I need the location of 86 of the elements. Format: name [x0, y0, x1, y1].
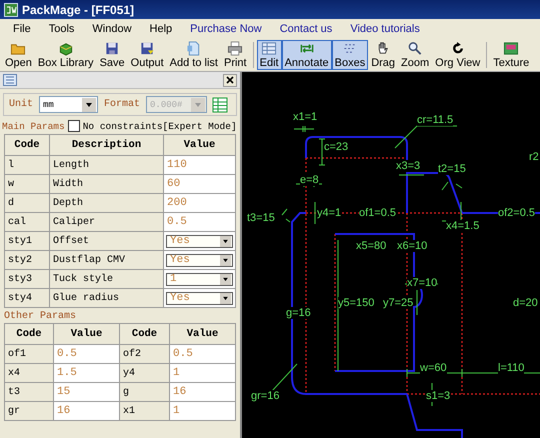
table-cell: of2	[119, 345, 169, 363]
close-button[interactable]	[223, 74, 237, 86]
table-cell: g	[119, 383, 169, 401]
table-cell: l	[5, 156, 49, 174]
table-cell: t3	[5, 383, 53, 401]
dimension-label: s1=3	[426, 390, 450, 402]
toolbar-button[interactable]: Annotate	[282, 40, 332, 70]
menu-link[interactable]: Video tutorials	[341, 22, 429, 34]
table-cell: sty3	[5, 270, 49, 288]
table-cell: w	[5, 175, 49, 193]
toolbar-button[interactable]: Add to list	[166, 40, 221, 70]
table-cell: Depth	[49, 194, 163, 212]
table-cell: Length	[49, 156, 163, 174]
dimension-label: y7=25	[383, 297, 414, 309]
table-cell: Offset	[49, 232, 163, 250]
menu-link[interactable]: Purchase Now	[181, 22, 271, 34]
section-label: Main Params	[2, 120, 65, 132]
dimension-label: l=110	[498, 362, 524, 374]
toolbar-button[interactable]: Print	[220, 40, 250, 70]
checkbox[interactable]	[68, 120, 80, 132]
table-cell: x1	[119, 402, 169, 420]
dimension-label: y5=150	[338, 297, 374, 309]
menu-item[interactable]: Tools	[40, 22, 84, 34]
checkbox-label: No constraints[Expert Mode]	[82, 120, 237, 132]
table-cell: Tuck style	[49, 270, 163, 288]
section-label: Other Params	[3, 310, 78, 323]
table-cell: y4	[119, 364, 169, 382]
menu-link[interactable]: Contact us	[270, 22, 342, 34]
table-cell: x4	[5, 364, 53, 382]
menu-item[interactable]: Window	[83, 22, 141, 34]
toolbar-button[interactable]: Drag	[368, 40, 398, 70]
table-cell: Dustflap CMV	[49, 251, 163, 269]
printer-icon	[227, 41, 244, 56]
table-cell: Caliper	[49, 213, 163, 231]
grid-icon	[261, 41, 278, 56]
dimension-label: x4=1.5	[446, 220, 480, 232]
document-icon	[186, 41, 202, 56]
menu-item[interactable]: File	[4, 22, 40, 34]
table-cell: gr	[5, 402, 53, 420]
app-logo-icon	[4, 2, 18, 16]
dimension-label: e=8	[300, 174, 319, 186]
dimension-label: x7=10	[407, 277, 438, 289]
toolbar-button[interactable]: Zoom	[398, 40, 432, 70]
magnifier-icon	[407, 41, 424, 56]
dimension-label: g=16	[286, 307, 311, 319]
toolbar-button[interactable]: Open	[2, 40, 35, 70]
dimension-label: t2=15	[438, 163, 466, 175]
dimension-label: d=20	[513, 297, 538, 309]
dimension-label: x3=3	[396, 160, 420, 172]
format-label: Format	[103, 98, 142, 112]
dimension-label: gr=16	[251, 390, 280, 402]
dimension-label: cr=11.5	[417, 114, 454, 126]
box-icon	[58, 41, 74, 56]
dimension-label: c=23	[324, 141, 348, 153]
unit-label: Unit	[8, 98, 34, 112]
table-cell: d	[5, 194, 49, 212]
unit-dropdown[interactable]: mm	[39, 96, 98, 113]
toolbar-button[interactable]: Save	[96, 40, 128, 70]
dimension-label: t3=15	[247, 212, 275, 224]
close-icon	[226, 76, 234, 84]
toolbar-button[interactable]: Edit	[256, 40, 282, 70]
table-cell: Glue radius	[49, 289, 163, 307]
dimension-label: x1=1	[293, 111, 318, 123]
dimension-label: y4=1	[317, 207, 342, 219]
toolbar-button[interactable]: Output	[128, 40, 167, 70]
dimension-label: x6=10	[397, 240, 428, 252]
toolbar-button[interactable]: Box Library	[34, 40, 97, 70]
toolbar-button[interactable]: Org View	[432, 40, 484, 70]
menu-item[interactable]: Help	[140, 22, 182, 34]
dimension-label: x5=80	[356, 240, 386, 252]
dimension-label: r2	[529, 151, 539, 163]
dimension-label: of2=0.5	[498, 207, 536, 219]
table-cell: sty4	[5, 289, 49, 307]
table-cell: sty2	[5, 251, 49, 269]
texture-icon	[503, 41, 520, 56]
dimension-label: of1=0.5	[359, 207, 396, 219]
table-cell: of1	[5, 345, 53, 363]
toolbar-button[interactable]: Boxes	[332, 40, 368, 70]
window-title: PackMage - [FF051]	[22, 2, 134, 16]
dimension-label: w=60	[420, 362, 447, 374]
table-cell: cal	[5, 213, 49, 231]
table-cell: sty1	[5, 232, 49, 250]
table-cell: Width	[49, 175, 163, 193]
table-icon[interactable]	[212, 96, 228, 112]
list-icon	[3, 74, 17, 86]
toolbar-button[interactable]: Texture	[490, 40, 532, 70]
